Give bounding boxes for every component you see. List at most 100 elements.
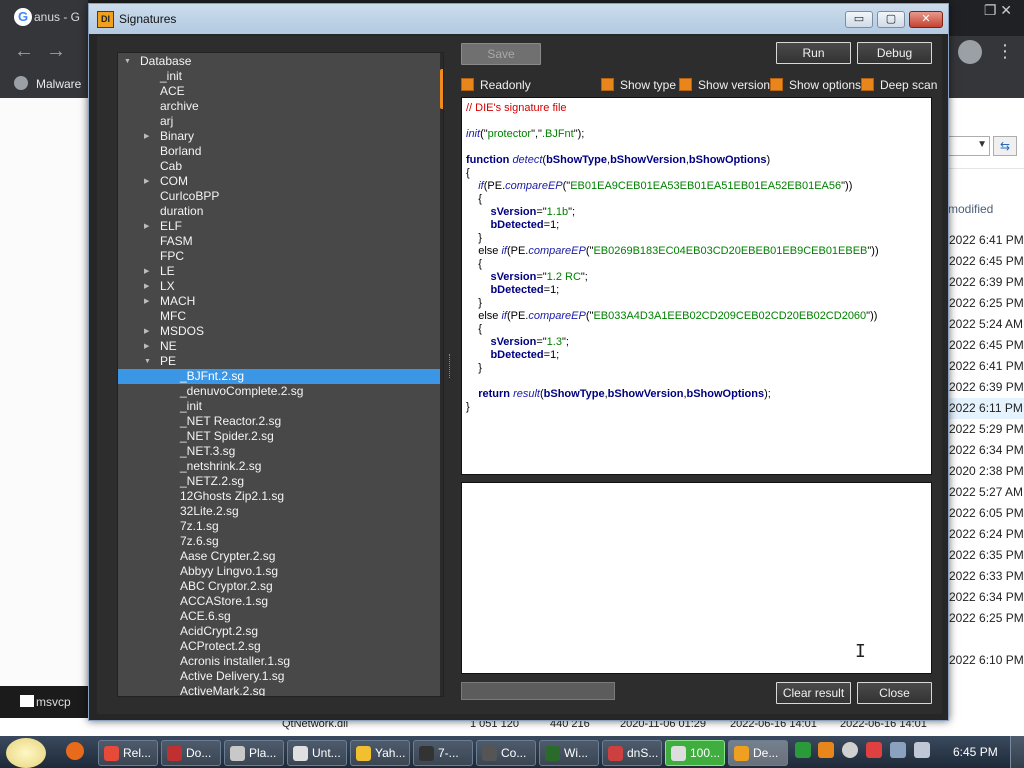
taskbar-button[interactable]: Co... [476, 740, 536, 766]
tree-item[interactable]: Active Delivery.1.sg [118, 669, 440, 684]
tree-item[interactable]: ▼ PE [118, 354, 440, 369]
tree-item[interactable]: ACProtect.2.sg [118, 639, 440, 654]
show-options-checkbox[interactable]: Show options [770, 78, 861, 92]
taskbar-button[interactable]: Pla... [224, 740, 284, 766]
expand-right-arrow-icon[interactable]: ▶ [144, 264, 149, 279]
deep-scan-checkbox[interactable]: Deep scan [861, 78, 937, 92]
tree-item[interactable]: arj [118, 114, 440, 129]
save-button[interactable]: Save [461, 43, 541, 65]
show-type-checkbox[interactable]: Show type [601, 78, 676, 92]
tree-item[interactable]: _BJFnt.2.sg [118, 369, 440, 384]
tray-emoji-icon[interactable] [842, 742, 858, 758]
tree-item[interactable]: 12Ghosts Zip2.1.sg [118, 489, 440, 504]
tree-item[interactable]: _NET.3.sg [118, 444, 440, 459]
bookmark-malware[interactable]: Malware [14, 76, 81, 91]
tree-item[interactable]: FASM [118, 234, 440, 249]
taskbar-button[interactable]: 7-... [413, 740, 473, 766]
taskbar-preview-msvcp[interactable]: msvcp [0, 686, 90, 718]
column-header-modified[interactable]: modified [948, 202, 993, 216]
tree-item[interactable]: _NETZ.2.sg [118, 474, 440, 489]
start-button[interactable] [6, 738, 46, 768]
refresh-icon[interactable]: ⇆ [993, 136, 1017, 156]
expand-right-arrow-icon[interactable]: ▶ [144, 324, 149, 339]
tree-item[interactable]: MFC [118, 309, 440, 324]
tree-item[interactable]: FPC [118, 249, 440, 264]
expand-right-arrow-icon[interactable]: ▶ [144, 129, 149, 144]
tree-item[interactable]: ▶ MSDOS [118, 324, 440, 339]
tree-item[interactable]: Aase Crypter.2.sg [118, 549, 440, 564]
tree-scrollbar-thumb[interactable] [440, 69, 443, 109]
tree-item[interactable]: _NET Reactor.2.sg [118, 414, 440, 429]
kebab-menu-icon[interactable]: ⋮ [996, 42, 1014, 60]
maximize-button[interactable]: ▢ [877, 11, 905, 28]
expand-down-arrow-icon[interactable]: ▼ [144, 354, 151, 369]
taskbar-button[interactable]: Wi... [539, 740, 599, 766]
clock[interactable]: 6:45 PM [953, 745, 998, 759]
tree-item[interactable]: _denuvoComplete.2.sg [118, 384, 440, 399]
tree-item[interactable]: Abbyy Lingvo.1.sg [118, 564, 440, 579]
expand-right-arrow-icon[interactable]: ▶ [144, 219, 149, 234]
firefox-icon[interactable] [66, 742, 84, 760]
tray-app-icon[interactable] [795, 742, 811, 758]
tree-item[interactable]: _init [118, 399, 440, 414]
explorer-dropdown[interactable]: ▼ [948, 136, 990, 156]
signature-tree[interactable]: ▼ Database _init ACE archive arj ▶ Binary Borlan… [117, 52, 444, 697]
expand-right-arrow-icon[interactable]: ▶ [144, 339, 149, 354]
tree-item[interactable]: _netshrink.2.sg [118, 459, 440, 474]
tree-item[interactable]: ▼ Database [118, 54, 440, 69]
browser-tab[interactable]: G anus - G [0, 0, 88, 36]
tree-item[interactable]: ▶ LE [118, 264, 440, 279]
tree-item[interactable]: archive [118, 99, 440, 114]
tree-item[interactable]: ▶ COM [118, 174, 440, 189]
tree-item[interactable]: ACE [118, 84, 440, 99]
tree-item[interactable]: ▶ ELF [118, 219, 440, 234]
tree-item[interactable]: ACE.6.sg [118, 609, 440, 624]
tree-item[interactable]: Acronis installer.1.sg [118, 654, 440, 669]
readonly-checkbox[interactable]: Readonly [461, 78, 531, 92]
result-output[interactable]: I [461, 482, 932, 674]
taskbar-button[interactable]: Rel... [98, 740, 158, 766]
panel-splitter[interactable] [449, 354, 452, 378]
taskbar-button[interactable]: 100... [665, 740, 725, 766]
expand-right-arrow-icon[interactable]: ▶ [144, 294, 149, 309]
browser-window-controls[interactable]: ❐ ✕ [984, 2, 1012, 19]
expand-right-arrow-icon[interactable]: ▶ [144, 174, 149, 189]
taskbar-button[interactable]: De... [728, 740, 788, 766]
tree-item[interactable]: 7z.1.sg [118, 519, 440, 534]
network-icon[interactable] [890, 742, 906, 758]
tree-item[interactable]: ▶ Binary [118, 129, 440, 144]
run-button[interactable]: Run [776, 42, 851, 64]
expand-right-arrow-icon[interactable]: ▶ [144, 279, 149, 294]
flag-icon[interactable] [866, 742, 882, 758]
close-window-button[interactable]: ✕ [909, 11, 943, 28]
profile-avatar-icon[interactable] [958, 40, 982, 64]
tree-item[interactable]: AcidCrypt.2.sg [118, 624, 440, 639]
tree-item[interactable]: ▶ LX [118, 279, 440, 294]
debug-button[interactable]: Debug [857, 42, 932, 64]
tree-item[interactable]: duration [118, 204, 440, 219]
close-button[interactable]: Close [857, 682, 932, 704]
search-icon[interactable] [818, 742, 834, 758]
tree-item[interactable]: _init [118, 69, 440, 84]
tree-item[interactable]: ▶ MACH [118, 294, 440, 309]
tree-item[interactable]: CurIcoBPP [118, 189, 440, 204]
tree-item[interactable]: _NET Spider.2.sg [118, 429, 440, 444]
back-arrow-icon[interactable]: ← [14, 40, 34, 63]
taskbar-button[interactable]: Unt... [287, 740, 347, 766]
taskbar-button[interactable]: Do... [161, 740, 221, 766]
taskbar-button[interactable]: dnS... [602, 740, 662, 766]
tree-item[interactable]: ACCAStore.1.sg [118, 594, 440, 609]
tree-item[interactable]: ▶ NE [118, 339, 440, 354]
tree-scrollbar[interactable] [440, 53, 443, 696]
tree-item[interactable]: ActiveMark.2.sg [118, 684, 440, 696]
tree-item[interactable]: Cab [118, 159, 440, 174]
forward-arrow-icon[interactable]: → [46, 40, 66, 63]
clear-result-button[interactable]: Clear result [776, 682, 851, 704]
volume-icon[interactable] [914, 742, 930, 758]
tree-item[interactable]: Borland [118, 144, 440, 159]
dialog-titlebar[interactable]: DI Signatures ▭ ▢ ✕ [89, 4, 948, 34]
minimize-button[interactable]: ▭ [845, 11, 873, 28]
tree-item[interactable]: 7z.6.sg [118, 534, 440, 549]
tree-item[interactable]: 32Lite.2.sg [118, 504, 440, 519]
tree-item[interactable]: ABC Cryptor.2.sg [118, 579, 440, 594]
